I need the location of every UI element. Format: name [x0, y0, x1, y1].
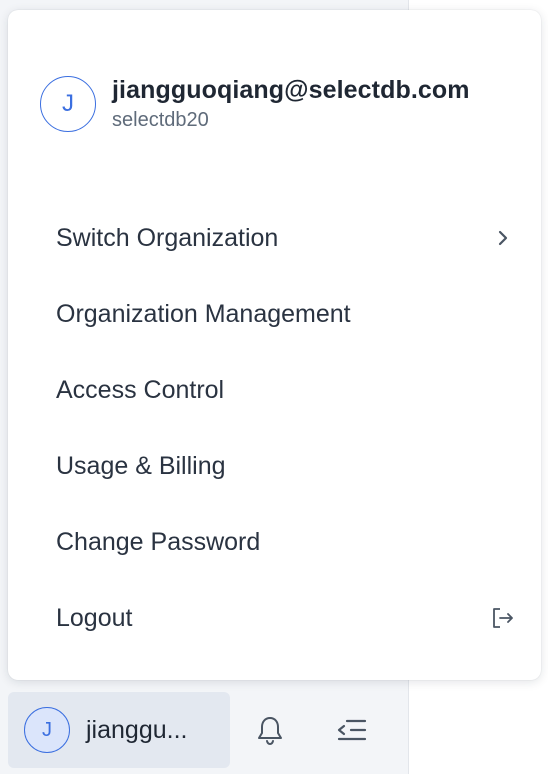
profile-text: jiangguoqiang@selectdb.com selectdb20	[112, 76, 470, 132]
user-account-button[interactable]: J jianggu...	[8, 692, 230, 768]
menu-item-organization-management[interactable]: Organization Management	[8, 276, 541, 352]
account-menu: Switch Organization Organization Managem…	[8, 200, 541, 656]
menu-item-logout[interactable]: Logout	[8, 580, 541, 656]
collapse-sidebar-icon[interactable]	[333, 712, 369, 748]
menu-item-change-password[interactable]: Change Password	[8, 504, 541, 580]
menu-item-label: Logout	[56, 603, 133, 632]
avatar: J	[40, 76, 96, 132]
menu-item-label: Switch Organization	[56, 223, 279, 252]
menu-item-access-control[interactable]: Access Control	[8, 352, 541, 428]
user-name: jianggu...	[86, 715, 188, 744]
menu-item-label: Change Password	[56, 527, 261, 556]
menu-item-label: Usage & Billing	[56, 451, 226, 480]
avatar: J	[24, 707, 70, 753]
bell-icon[interactable]	[252, 712, 288, 748]
account-menu-popover: J jiangguoqiang@selectdb.com selectdb20 …	[8, 10, 541, 680]
menu-item-label: Access Control	[56, 375, 225, 404]
menu-item-usage-billing[interactable]: Usage & Billing	[8, 428, 541, 504]
account-profile: J jiangguoqiang@selectdb.com selectdb20	[40, 76, 470, 132]
menu-item-label: Organization Management	[56, 299, 351, 328]
chevron-right-icon	[489, 224, 517, 252]
account-email: jiangguoqiang@selectdb.com	[112, 76, 470, 104]
account-organization: selectdb20	[112, 109, 209, 131]
logout-icon	[489, 604, 517, 632]
menu-item-switch-organization[interactable]: Switch Organization	[8, 200, 541, 276]
